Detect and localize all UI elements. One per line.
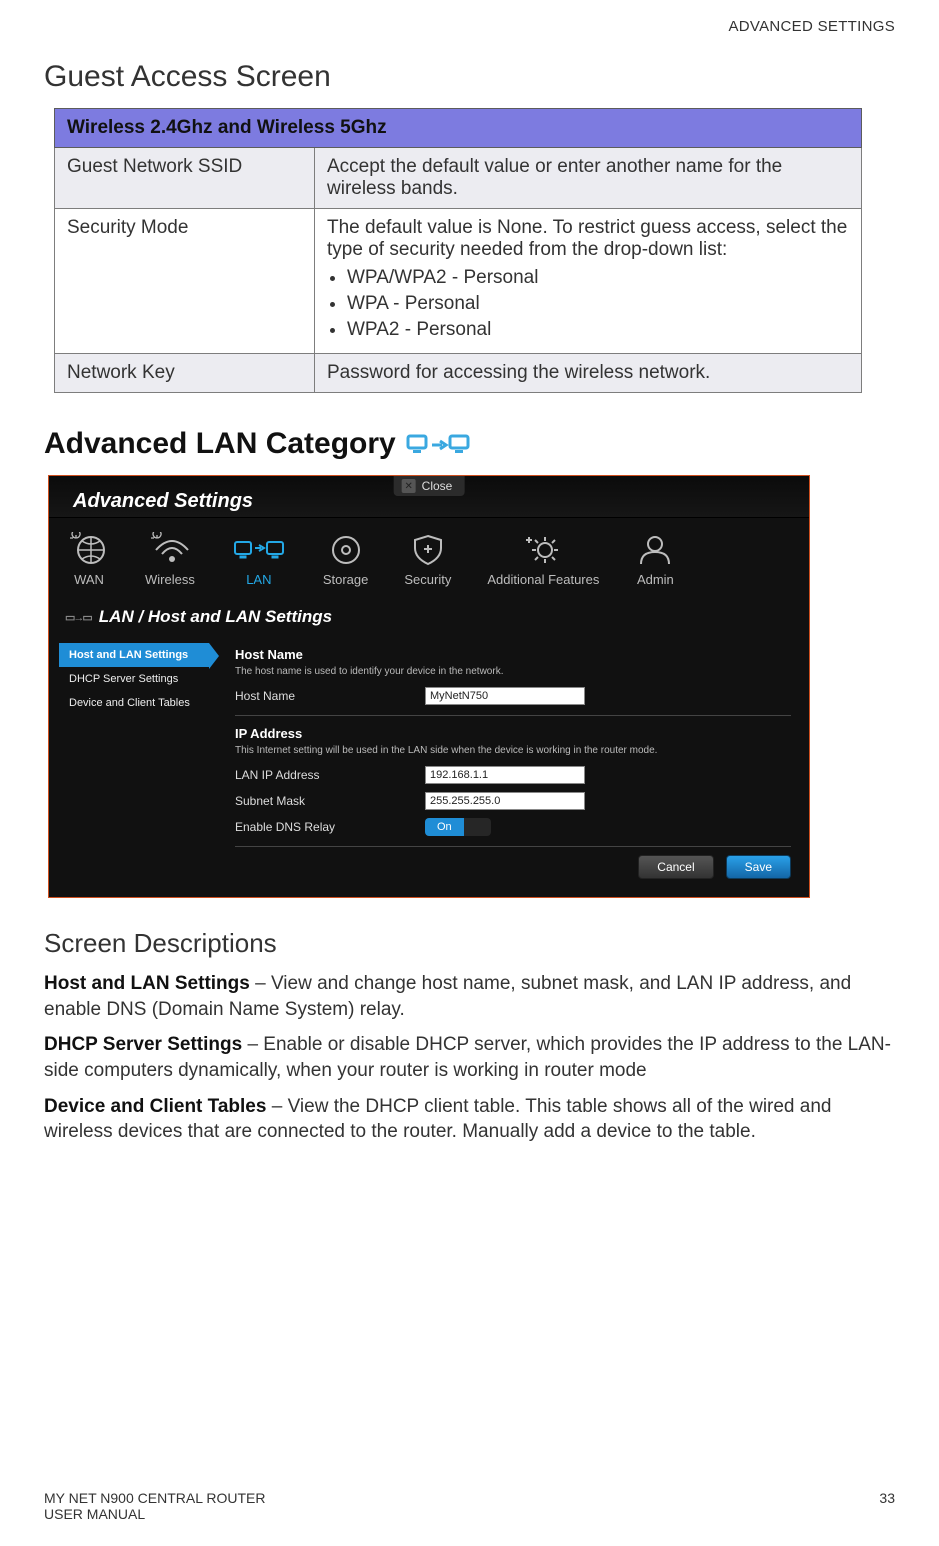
section-title-guest-access: Guest Access Screen — [44, 60, 895, 94]
section-title-descriptions: Screen Descriptions — [44, 928, 895, 959]
group-title: Host Name — [235, 647, 791, 662]
wifi-icon — [150, 532, 190, 566]
table-header: Wireless 2.4Ghz and Wireless 5Ghz — [55, 109, 862, 148]
dns-relay-toggle[interactable]: On — [425, 818, 491, 836]
close-button[interactable]: ✕ Close — [394, 476, 465, 496]
table-row: Security Mode The default value is None.… — [55, 209, 862, 354]
host-name-input[interactable] — [425, 687, 585, 705]
footer-product: MY NET N900 CENTRAL ROUTER — [44, 1490, 265, 1506]
cancel-button[interactable]: Cancel — [638, 855, 713, 879]
table-row: Guest Network SSID Accept the default va… — [55, 148, 862, 209]
nav-additional[interactable]: Additional Features — [487, 532, 599, 587]
nav-security[interactable]: Security — [404, 532, 451, 587]
header-breadcrumb: ADVANCED SETTINGS — [728, 18, 895, 35]
nav-wan[interactable]: WAN — [69, 532, 109, 587]
footer-doc: USER MANUAL — [44, 1506, 265, 1522]
form-row: LAN IP Address — [235, 766, 791, 784]
row-label: Network Key — [55, 354, 315, 393]
form-row: Host Name — [235, 687, 791, 705]
sidebar-item-device-client[interactable]: Device and Client Tables — [59, 691, 209, 715]
subnet-mask-input[interactable] — [425, 792, 585, 810]
list-item: WPA/WPA2 - Personal — [347, 267, 849, 289]
lan-icon — [231, 532, 287, 566]
gear-plus-icon — [521, 532, 565, 566]
list-item: WPA2 - Personal — [347, 319, 849, 341]
section-bar: ▭→▭ LAN / Host and LAN Settings — [49, 597, 809, 635]
row-text: Password for accessing the wireless netw… — [315, 354, 862, 393]
shield-icon — [408, 532, 448, 566]
field-label: LAN IP Address — [235, 768, 425, 782]
form-row: Enable DNS Relay On — [235, 818, 791, 836]
row-label: Guest Network SSID — [55, 148, 315, 209]
group-desc: The host name is used to identify your d… — [235, 666, 791, 677]
nav-lan[interactable]: LAN — [231, 532, 287, 587]
side-menu: Host and LAN Settings DHCP Server Settin… — [59, 643, 209, 883]
row-label: Security Mode — [55, 209, 315, 354]
row-text: The default value is None. To restrict g… — [315, 209, 862, 354]
field-label: Subnet Mask — [235, 794, 425, 808]
descriptions-block: Host and LAN Settings – View and change … — [44, 971, 895, 1145]
page-footer: MY NET N900 CENTRAL ROUTER USER MANUAL 3… — [44, 1490, 895, 1522]
page-number: 33 — [879, 1490, 895, 1522]
form-row: Subnet Mask — [235, 792, 791, 810]
list-item: WPA - Personal — [347, 293, 849, 315]
sidebar-item-dhcp[interactable]: DHCP Server Settings — [59, 667, 209, 691]
lan-mini-icon: ▭→▭ — [65, 611, 91, 624]
group-desc: This Internet setting will be used in th… — [235, 745, 791, 756]
wireless-settings-table: Wireless 2.4Ghz and Wireless 5Ghz Guest … — [54, 108, 862, 393]
group-title: IP Address — [235, 726, 791, 741]
category-nav: WAN Wireless — [49, 518, 809, 597]
field-label: Host Name — [235, 689, 425, 703]
close-icon: ✕ — [402, 479, 416, 493]
nav-wireless[interactable]: Wireless — [145, 532, 195, 587]
disc-icon — [326, 532, 366, 566]
settings-form: Host Name The host name is used to ident… — [209, 643, 791, 883]
advanced-settings-screenshot: ✕ Close Advanced Settings WAN — [48, 475, 810, 898]
save-button[interactable]: Save — [726, 855, 791, 879]
lan-category-icon — [406, 427, 472, 461]
row-text: Accept the default value or enter anothe… — [315, 148, 862, 209]
section-title-advanced-lan: Advanced LAN Category — [44, 427, 895, 461]
nav-storage[interactable]: Storage — [323, 532, 369, 587]
lan-ip-input[interactable] — [425, 766, 585, 784]
globe-icon — [69, 532, 109, 566]
user-icon — [635, 532, 675, 566]
sidebar-item-host-lan[interactable]: Host and LAN Settings — [59, 643, 209, 667]
field-label: Enable DNS Relay — [235, 820, 425, 834]
nav-admin[interactable]: Admin — [635, 532, 675, 587]
table-row: Network Key Password for accessing the w… — [55, 354, 862, 393]
